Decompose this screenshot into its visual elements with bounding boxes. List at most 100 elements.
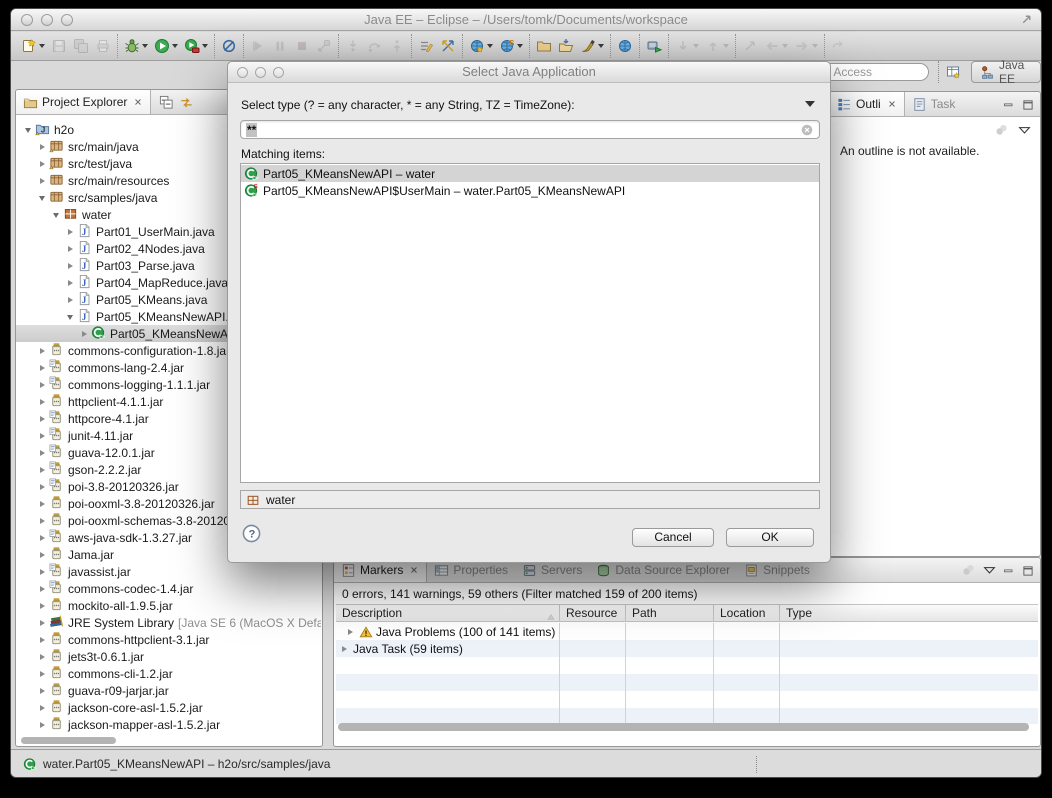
disclosure-triangle-icon[interactable] — [78, 331, 90, 337]
window-titlebar[interactable]: Java EE – Eclipse – /Users/tomk/Document… — [11, 9, 1041, 31]
toolbar-run-button[interactable] — [151, 35, 181, 57]
zoom-window-button[interactable] — [61, 14, 73, 26]
dropdown-arrow-icon[interactable] — [812, 44, 818, 48]
resize-icon[interactable] — [1020, 13, 1033, 31]
tree-item[interactable]: guava-r09-jarjar.jar — [16, 682, 321, 699]
disclosure-triangle-icon[interactable] — [64, 280, 76, 286]
minimize-view-button[interactable] — [1003, 99, 1015, 111]
disclosure-triangle-icon[interactable] — [36, 399, 48, 405]
disclosure-triangle-icon[interactable] — [64, 263, 76, 269]
ok-button[interactable]: OK — [726, 528, 814, 547]
disclosure-triangle-icon[interactable] — [36, 382, 48, 388]
cancel-button[interactable]: Cancel — [632, 528, 714, 547]
tree-item[interactable]: commons-cli-1.2.jar — [16, 665, 321, 682]
disclosure-triangle-icon[interactable] — [36, 501, 48, 507]
column-header-location[interactable]: Location — [714, 605, 780, 621]
markers-row[interactable]: Java Problems (100 of 141 items) — [336, 623, 1038, 640]
toolbar-brush-button[interactable] — [577, 35, 607, 57]
disclosure-triangle-icon[interactable] — [64, 246, 76, 252]
maximize-view-button[interactable] — [1022, 565, 1034, 577]
close-icon[interactable] — [887, 99, 897, 109]
toolbar-filters-button[interactable] — [437, 35, 459, 57]
dialog-titlebar[interactable]: Select Java Application — [228, 62, 830, 83]
toolbar-import-button[interactable] — [555, 35, 577, 57]
maximize-view-button[interactable] — [1022, 99, 1034, 111]
toolbar-new-web-button[interactable] — [466, 35, 496, 57]
tree-item[interactable]: mockito-all-1.9.5.jar — [16, 597, 321, 614]
column-header-resource[interactable]: Resource — [560, 605, 626, 621]
toolbar-web-services-button[interactable]: S — [496, 35, 526, 57]
scroll-thumb[interactable] — [338, 723, 1029, 731]
tree-item[interactable]: jets3t-0.6.1.jar — [16, 648, 321, 665]
dropdown-arrow-icon[interactable] — [202, 44, 208, 48]
disclosure-triangle-icon[interactable] — [36, 467, 48, 473]
disclosure-triangle-icon[interactable] — [36, 552, 48, 558]
dialog-view-menu-icon[interactable] — [805, 101, 815, 107]
tab-outli[interactable]: Outli — [830, 92, 905, 116]
dropdown-arrow-icon[interactable] — [172, 44, 178, 48]
toolbar-open-file-button[interactable] — [533, 35, 555, 57]
tree-item[interactable]: JRE System Library[Java SE 6 (MacOS X De… — [16, 614, 321, 631]
disclosure-triangle-icon[interactable] — [36, 705, 48, 711]
disclosure-triangle-icon[interactable] — [36, 535, 48, 541]
markers-row[interactable]: Java Task (59 items) — [336, 640, 1038, 657]
toolbar-debug-button[interactable] — [121, 35, 151, 57]
disclosure-triangle-icon[interactable] — [36, 450, 48, 456]
disclosure-triangle-icon[interactable] — [36, 603, 48, 609]
tree-item[interactable]: commons-codec-1.4.jar — [16, 580, 321, 597]
collapse-all-button[interactable] — [159, 95, 174, 110]
dropdown-arrow-icon[interactable] — [598, 44, 604, 48]
dialog-minimize-button[interactable] — [255, 67, 266, 78]
disclosure-triangle-icon[interactable] — [36, 688, 48, 694]
disclosure-triangle-icon[interactable] — [36, 416, 48, 422]
disclosure-triangle-icon[interactable] — [64, 229, 76, 235]
java-ee-perspective-button[interactable]: Java EE — [971, 61, 1041, 83]
disclosure-triangle-icon[interactable] — [344, 629, 356, 635]
scroll-thumb[interactable] — [21, 737, 116, 744]
disclosure-triangle-icon[interactable] — [36, 620, 48, 626]
disclosure-triangle-icon[interactable] — [64, 313, 76, 320]
disclosure-triangle-icon[interactable] — [36, 144, 48, 150]
view-menu-icon[interactable] — [983, 564, 996, 577]
column-header-type[interactable]: Type — [780, 605, 1038, 621]
link-with-editor-button[interactable] — [179, 95, 194, 110]
matching-item[interactable]: Part05_KMeansNewAPI – water — [241, 165, 819, 182]
tree-item[interactable]: javassist.jar — [16, 563, 321, 580]
tab-task[interactable]: Task — [905, 92, 963, 116]
dialog-close-button[interactable] — [237, 67, 248, 78]
disclosure-triangle-icon[interactable] — [36, 348, 48, 354]
toolbar-new-note-button[interactable] — [18, 35, 48, 57]
minimize-view-button[interactable] — [1003, 565, 1015, 577]
disclosure-triangle-icon[interactable] — [22, 126, 34, 133]
column-header-description[interactable]: Description — [336, 605, 560, 621]
dropdown-arrow-icon[interactable] — [723, 44, 729, 48]
help-button[interactable]: ? — [242, 524, 261, 548]
matching-item[interactable]: SPart05_KMeansNewAPI$UserMain – water.Pa… — [241, 182, 819, 199]
type-filter-input[interactable]: ** — [240, 120, 820, 139]
disclosure-triangle-icon[interactable] — [36, 586, 48, 592]
disclosure-triangle-icon[interactable] — [36, 194, 48, 201]
markers-hscrollbar[interactable] — [338, 722, 1036, 731]
disclosure-triangle-icon[interactable] — [50, 211, 62, 218]
toolbar-mark-occurrences-button[interactable] — [415, 35, 437, 57]
minimize-window-button[interactable] — [41, 14, 53, 26]
dropdown-arrow-icon[interactable] — [517, 44, 523, 48]
open-perspective-button[interactable] — [946, 64, 962, 85]
disclosure-triangle-icon[interactable] — [36, 722, 48, 728]
tree-item[interactable]: jackson-core-asl-1.5.2.jar — [16, 699, 321, 716]
dropdown-arrow-icon[interactable] — [693, 44, 699, 48]
close-window-button[interactable] — [21, 14, 33, 26]
clear-filter-icon[interactable] — [800, 123, 814, 137]
disclosure-triangle-icon[interactable] — [36, 569, 48, 575]
toolbar-run-external-button[interactable] — [181, 35, 211, 57]
disclosure-triangle-icon[interactable] — [36, 365, 48, 371]
explorer-hscrollbar[interactable] — [19, 736, 319, 744]
disclosure-triangle-icon[interactable] — [36, 518, 48, 524]
disclosure-triangle-icon[interactable] — [36, 484, 48, 490]
view-menu-icon[interactable] — [1018, 124, 1031, 137]
disclosure-triangle-icon[interactable] — [36, 671, 48, 677]
close-icon[interactable] — [409, 565, 419, 575]
disclosure-triangle-icon[interactable] — [36, 637, 48, 643]
toolbar-run-server-button[interactable] — [643, 35, 665, 57]
disclosure-triangle-icon[interactable] — [338, 646, 350, 652]
